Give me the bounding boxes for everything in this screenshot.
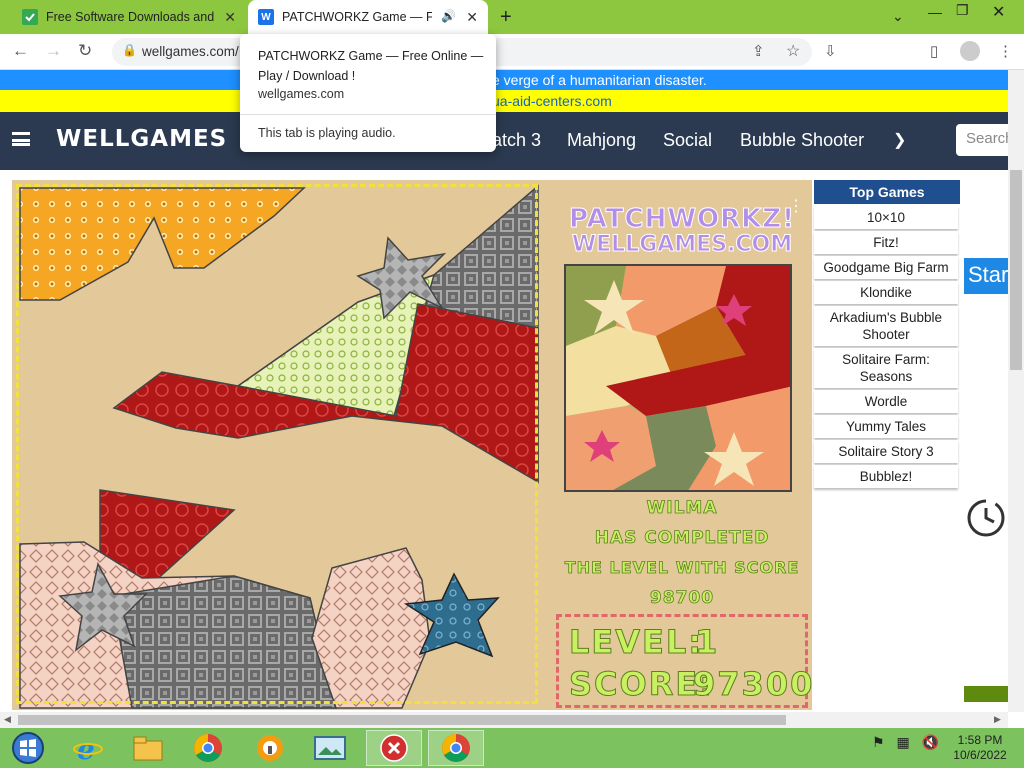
url-text[interactable]: wellgames.com/ (142, 44, 239, 59)
game-canvas[interactable]: ⋮ PATCHWORKZ! WELLGAMES.COM WILMA HAS CO… (12, 180, 812, 710)
completion-message-2: THE LEVEL WITH SCORE (564, 558, 800, 578)
chrome-icon[interactable] (180, 730, 236, 766)
game-info-panel: ⋮ PATCHWORKZ! WELLGAMES.COM WILMA HAS CO… (552, 180, 812, 710)
back-icon[interactable]: ← (12, 41, 29, 61)
share-icon[interactable]: ⇪ (752, 42, 765, 60)
password-lock-icon[interactable] (242, 730, 298, 766)
system-tray: ⚑ ▦ 🔇 (872, 734, 939, 751)
new-tab-icon[interactable]: + (500, 6, 512, 29)
close-tab-icon[interactable]: ✕ (224, 9, 236, 26)
top-game-item[interactable]: Arkadium's Bubble Shooter (814, 306, 958, 346)
address-toolbar: ← → ↻ 🔒 wellgames.com/ ⇪ ☆ ⇩ ▯ ⋮ (0, 34, 1024, 70)
banner-link[interactable]: ua-aid-centers.com (492, 93, 612, 109)
internet-explorer-icon[interactable]: e (60, 730, 116, 766)
svg-text:e: e (77, 733, 95, 763)
site-logo[interactable]: WELLGAMES (56, 126, 227, 152)
tab-free-software[interactable]: Free Software Downloads and Re ✕ (12, 0, 246, 34)
top-game-item[interactable]: Fitz! (814, 231, 958, 254)
menu-dots-icon[interactable]: ⋮ (998, 42, 1013, 60)
level-preview-image (564, 264, 792, 492)
level-value: 1 (694, 623, 720, 662)
top-game-item[interactable]: Klondike (814, 281, 958, 304)
scroll-right-icon[interactable]: ▶ (994, 714, 1001, 725)
site-favicon-icon (22, 9, 38, 25)
windows-taskbar: e ⚑ ▦ 🔇 1:58 PM 10/6/2022 (0, 728, 1024, 768)
speaker-icon[interactable]: 🔊 (441, 9, 456, 23)
top-games-header: Top Games (814, 180, 960, 204)
game-title: PATCHWORKZ! (568, 204, 795, 235)
tab-hover-card: PATCHWORKZ Game — Free Online — Play / D… (240, 34, 496, 152)
history-clock-icon[interactable] (964, 496, 1008, 540)
game-subtitle: WELLGAMES.COM (571, 232, 793, 258)
error-app-icon[interactable] (366, 730, 422, 766)
volume-muted-icon[interactable]: 🔇 (922, 734, 939, 750)
browser-tab-bar: Free Software Downloads and Re ✕ W PATCH… (0, 0, 1024, 34)
ukraine-banner: e verge of a humanitarian disaster. (0, 70, 1008, 90)
close-window-icon[interactable]: ✕ (992, 2, 1005, 22)
score-panel: LEVEL: 1 SCORE: 97300 (556, 614, 812, 708)
vertical-scroll-thumb[interactable] (1010, 170, 1022, 370)
top-game-item[interactable]: Yummy Tales (814, 415, 958, 438)
hover-card-divider (240, 114, 496, 115)
forward-icon[interactable]: → (45, 41, 62, 61)
nav-item-bubble-shooter[interactable]: Bubble Shooter (740, 130, 864, 151)
horizontal-scroll-thumb[interactable] (18, 715, 786, 725)
wellgames-favicon-icon: W (258, 9, 274, 25)
top-game-item[interactable]: Goodgame Big Farm (814, 256, 958, 279)
nav-item-mahjong[interactable]: Mahjong (567, 130, 636, 151)
file-explorer-icon[interactable] (120, 730, 176, 766)
action-center-flag-icon[interactable]: ⚑ (872, 734, 885, 750)
aid-banner[interactable]: ua-aid-centers.com (0, 90, 1008, 112)
completed-score: 98700 (649, 588, 715, 609)
side-panel-icon[interactable]: ▯ (930, 42, 938, 60)
chrome-active-icon[interactable] (428, 730, 484, 766)
top-game-item[interactable]: Solitaire Story 3 (814, 440, 958, 463)
network-icon[interactable]: ▦ (896, 734, 909, 750)
horizontal-scrollbar[interactable]: ◀ ▶ (0, 712, 1008, 728)
scroll-left-icon[interactable]: ◀ (4, 714, 11, 725)
install-icon[interactable]: ⇩ (824, 42, 837, 60)
tab-search-chevron-icon[interactable]: ⌄ (892, 8, 904, 25)
top-game-item[interactable]: Solitaire Farm: Seasons (814, 348, 958, 388)
lock-icon[interactable]: 🔒 (122, 43, 137, 57)
top-game-item[interactable]: Bubblez! (814, 465, 958, 488)
site-navbar: WELLGAMES atch 3 Mahjong Social Bubble S… (0, 112, 1008, 170)
clock-date: 10/6/2022 (953, 748, 1007, 762)
tab-title: Free Software Downloads and Re (46, 10, 216, 24)
hover-card-title: PATCHWORKZ Game — Free Online — Play / D… (258, 49, 484, 83)
nav-item-match3[interactable]: atch 3 (492, 130, 541, 151)
completion-message: HAS COMPLETED (594, 528, 770, 549)
reload-icon[interactable]: ↻ (78, 41, 92, 61)
green-strip (964, 686, 1008, 702)
vertical-scrollbar[interactable] (1008, 70, 1024, 712)
hamburger-menu-icon[interactable] (12, 132, 30, 146)
level-label: LEVEL: (568, 623, 704, 662)
close-tab-icon[interactable]: ✕ (466, 9, 478, 26)
player-name: WILMA (646, 498, 718, 519)
tab-title: PATCHWORKZ Game — Free (282, 10, 432, 24)
nav-more-chevron-icon[interactable]: ❯ (893, 130, 906, 150)
photo-viewer-icon[interactable] (302, 730, 358, 766)
nav-item-social[interactable]: Social (663, 130, 712, 151)
clock-time: 1:58 PM (957, 733, 1003, 747)
score-value: 97300 (692, 665, 812, 704)
hover-card-audio-note: This tab is playing audio. (258, 126, 396, 140)
clock-area[interactable]: 1:58 PM 10/6/2022 (948, 733, 1012, 763)
top-game-item[interactable]: 10×10 (814, 206, 958, 229)
site-search-input[interactable]: Search (956, 124, 1008, 156)
start-button[interactable]: Star (964, 258, 1008, 294)
top-game-item[interactable]: Wordle (814, 390, 958, 413)
top-games-list: Top Games 10×10 Fitz! Goodgame Big Farm … (814, 180, 960, 488)
bookmark-star-icon[interactable]: ☆ (786, 41, 800, 61)
profile-avatar-icon[interactable] (960, 41, 980, 61)
board-border (16, 184, 538, 704)
restore-icon[interactable]: ❐ (956, 2, 969, 19)
minimize-icon[interactable]: — (928, 4, 942, 20)
banner-text: e verge of a humanitarian disaster. (492, 72, 707, 88)
tab-patchworkz[interactable]: W PATCHWORKZ Game — Free 🔊 ✕ (248, 0, 488, 34)
start-orb-icon[interactable] (0, 730, 56, 766)
hover-card-domain: wellgames.com (258, 87, 345, 101)
